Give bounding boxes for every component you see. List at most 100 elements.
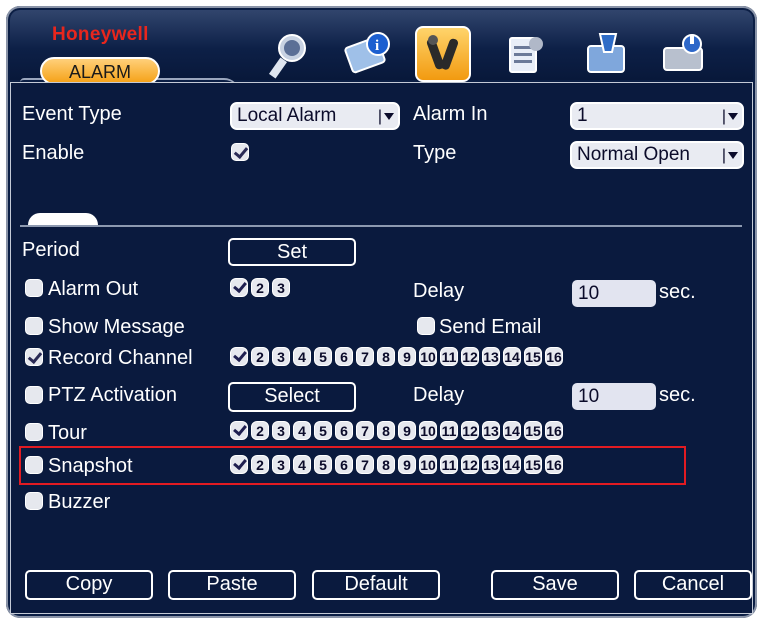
snapshot-channel-7[interactable]: 7 [356, 455, 374, 474]
tour-channel-10[interactable]: 10 [419, 421, 437, 440]
snapshot-label: Snapshot [48, 455, 133, 477]
record-channel-5[interactable]: 5 [314, 347, 332, 366]
paste-button[interactable]: Paste [168, 570, 296, 600]
delay-label: Delay [413, 280, 465, 302]
record-channel-2[interactable]: 2 [251, 347, 269, 366]
show-message-label: Show Message [48, 316, 185, 338]
svg-text:i: i [375, 38, 379, 54]
snapshot-channel-9[interactable]: 9 [398, 455, 416, 474]
record-channel-15[interactable]: 15 [524, 347, 542, 366]
copy-button[interactable]: Copy [25, 570, 153, 600]
record-channel-9[interactable]: 9 [398, 347, 416, 366]
default-button[interactable]: Default [312, 570, 440, 600]
record-channel-11[interactable]: 11 [440, 347, 458, 366]
ptz-select-button[interactable]: Select [228, 382, 356, 412]
tools-icon[interactable] [578, 26, 634, 82]
enable-label: Enable [22, 142, 85, 164]
event-type-value: Local Alarm [237, 105, 337, 126]
snapshot-channel-14[interactable]: 14 [503, 455, 521, 474]
period-set-button[interactable]: Set [228, 238, 356, 266]
disk-icon[interactable] [656, 26, 712, 82]
snapshot-channel-12[interactable]: 12 [461, 455, 479, 474]
tour-channel-15[interactable]: 15 [524, 421, 542, 440]
tour-channel-9[interactable]: 9 [398, 421, 416, 440]
info-icon[interactable]: i [340, 26, 396, 82]
record-channel-10[interactable]: 10 [419, 347, 437, 366]
alarm-out-channel-2[interactable]: 2 [251, 278, 269, 297]
tour-checkbox[interactable] [25, 423, 43, 441]
snapshot-channel-8[interactable]: 8 [377, 455, 395, 474]
tour-channel-12[interactable]: 12 [461, 421, 479, 440]
tour-channel-8[interactable]: 8 [377, 421, 395, 440]
snapshot-channel-5[interactable]: 5 [314, 455, 332, 474]
tour-channel-16[interactable]: 16 [545, 421, 563, 440]
buzzer-label: Buzzer [48, 491, 111, 513]
record-channel-12[interactable]: 12 [461, 347, 479, 366]
record-channel-1[interactable]: 1 [230, 347, 248, 366]
enable-checkbox[interactable] [231, 143, 249, 161]
type-label: Type [413, 142, 457, 164]
tour-channel-11[interactable]: 11 [440, 421, 458, 440]
tour-channel-2[interactable]: 2 [251, 421, 269, 440]
alarm-settings-window: Honeywell i ALARM Event Type Local Alarm [0, 0, 763, 621]
account-icon[interactable] [498, 26, 554, 82]
snapshot-channel-3[interactable]: 3 [272, 455, 290, 474]
tour-channel-5[interactable]: 5 [314, 421, 332, 440]
snapshot-channel-10[interactable]: 10 [419, 455, 437, 474]
tab-alarm[interactable]: ALARM [40, 57, 160, 85]
alarm-out-channel-3[interactable]: 3 [272, 278, 290, 297]
snapshot-channel-2[interactable]: 2 [251, 455, 269, 474]
delay-input-2[interactable]: 10 [572, 383, 656, 410]
snapshot-channel-4[interactable]: 4 [293, 455, 311, 474]
alarm-out-checkbox[interactable] [25, 279, 43, 297]
record-channel-4[interactable]: 4 [293, 347, 311, 366]
tour-channel-3[interactable]: 3 [272, 421, 290, 440]
record-channel-16[interactable]: 16 [545, 347, 563, 366]
record-channel-8[interactable]: 8 [377, 347, 395, 366]
tour-channel-7[interactable]: 7 [356, 421, 374, 440]
tour-channels: 12345678910111213141516 [230, 421, 563, 441]
dropdown-arrow-icon: | [378, 105, 394, 129]
tour-channel-6[interactable]: 6 [335, 421, 353, 440]
type-select[interactable]: Normal Open | [570, 141, 744, 169]
send-email-checkbox[interactable] [417, 317, 435, 335]
alarm-out-label: Alarm Out [48, 278, 139, 300]
alarm-in-select[interactable]: 1 | [570, 102, 744, 130]
brand-logo: Honeywell [52, 24, 149, 45]
tour-channel-13[interactable]: 13 [482, 421, 500, 440]
snapshot-channel-6[interactable]: 6 [335, 455, 353, 474]
delay-unit: sec. [659, 281, 696, 303]
snapshot-checkbox[interactable] [25, 456, 43, 474]
record-channel-7[interactable]: 7 [356, 347, 374, 366]
buzzer-checkbox[interactable] [25, 492, 43, 510]
dropdown-arrow-icon: | [722, 105, 738, 129]
search-icon[interactable] [262, 26, 318, 82]
record-channel-13[interactable]: 13 [482, 347, 500, 366]
alarm-out-channels: 1 2 3 [230, 278, 290, 298]
event-type-label: Event Type [22, 103, 122, 125]
settings-icon[interactable] [415, 26, 471, 82]
ptz-checkbox[interactable] [25, 386, 43, 404]
snapshot-channel-1[interactable]: 1 [230, 455, 248, 474]
cancel-button[interactable]: Cancel [634, 570, 752, 600]
snapshot-channel-13[interactable]: 13 [482, 455, 500, 474]
snapshot-channel-15[interactable]: 15 [524, 455, 542, 474]
record-channel-3[interactable]: 3 [272, 347, 290, 366]
tour-channel-1[interactable]: 1 [230, 421, 248, 440]
record-channel-6[interactable]: 6 [335, 347, 353, 366]
show-message-checkbox[interactable] [25, 317, 43, 335]
snapshot-channel-16[interactable]: 16 [545, 455, 563, 474]
alarm-out-channel-1[interactable]: 1 [230, 278, 248, 297]
record-channel-checkbox[interactable] [25, 348, 43, 366]
dropdown-arrow-icon: | [722, 144, 738, 168]
tour-label: Tour [48, 422, 87, 444]
delay-unit-2: sec. [659, 384, 696, 406]
event-type-select[interactable]: Local Alarm | [230, 102, 400, 130]
save-button[interactable]: Save [491, 570, 619, 600]
tour-channel-4[interactable]: 4 [293, 421, 311, 440]
alarm-in-label: Alarm In [413, 103, 488, 125]
record-channel-14[interactable]: 14 [503, 347, 521, 366]
tour-channel-14[interactable]: 14 [503, 421, 521, 440]
delay-input[interactable]: 10 [572, 280, 656, 307]
snapshot-channel-11[interactable]: 11 [440, 455, 458, 474]
